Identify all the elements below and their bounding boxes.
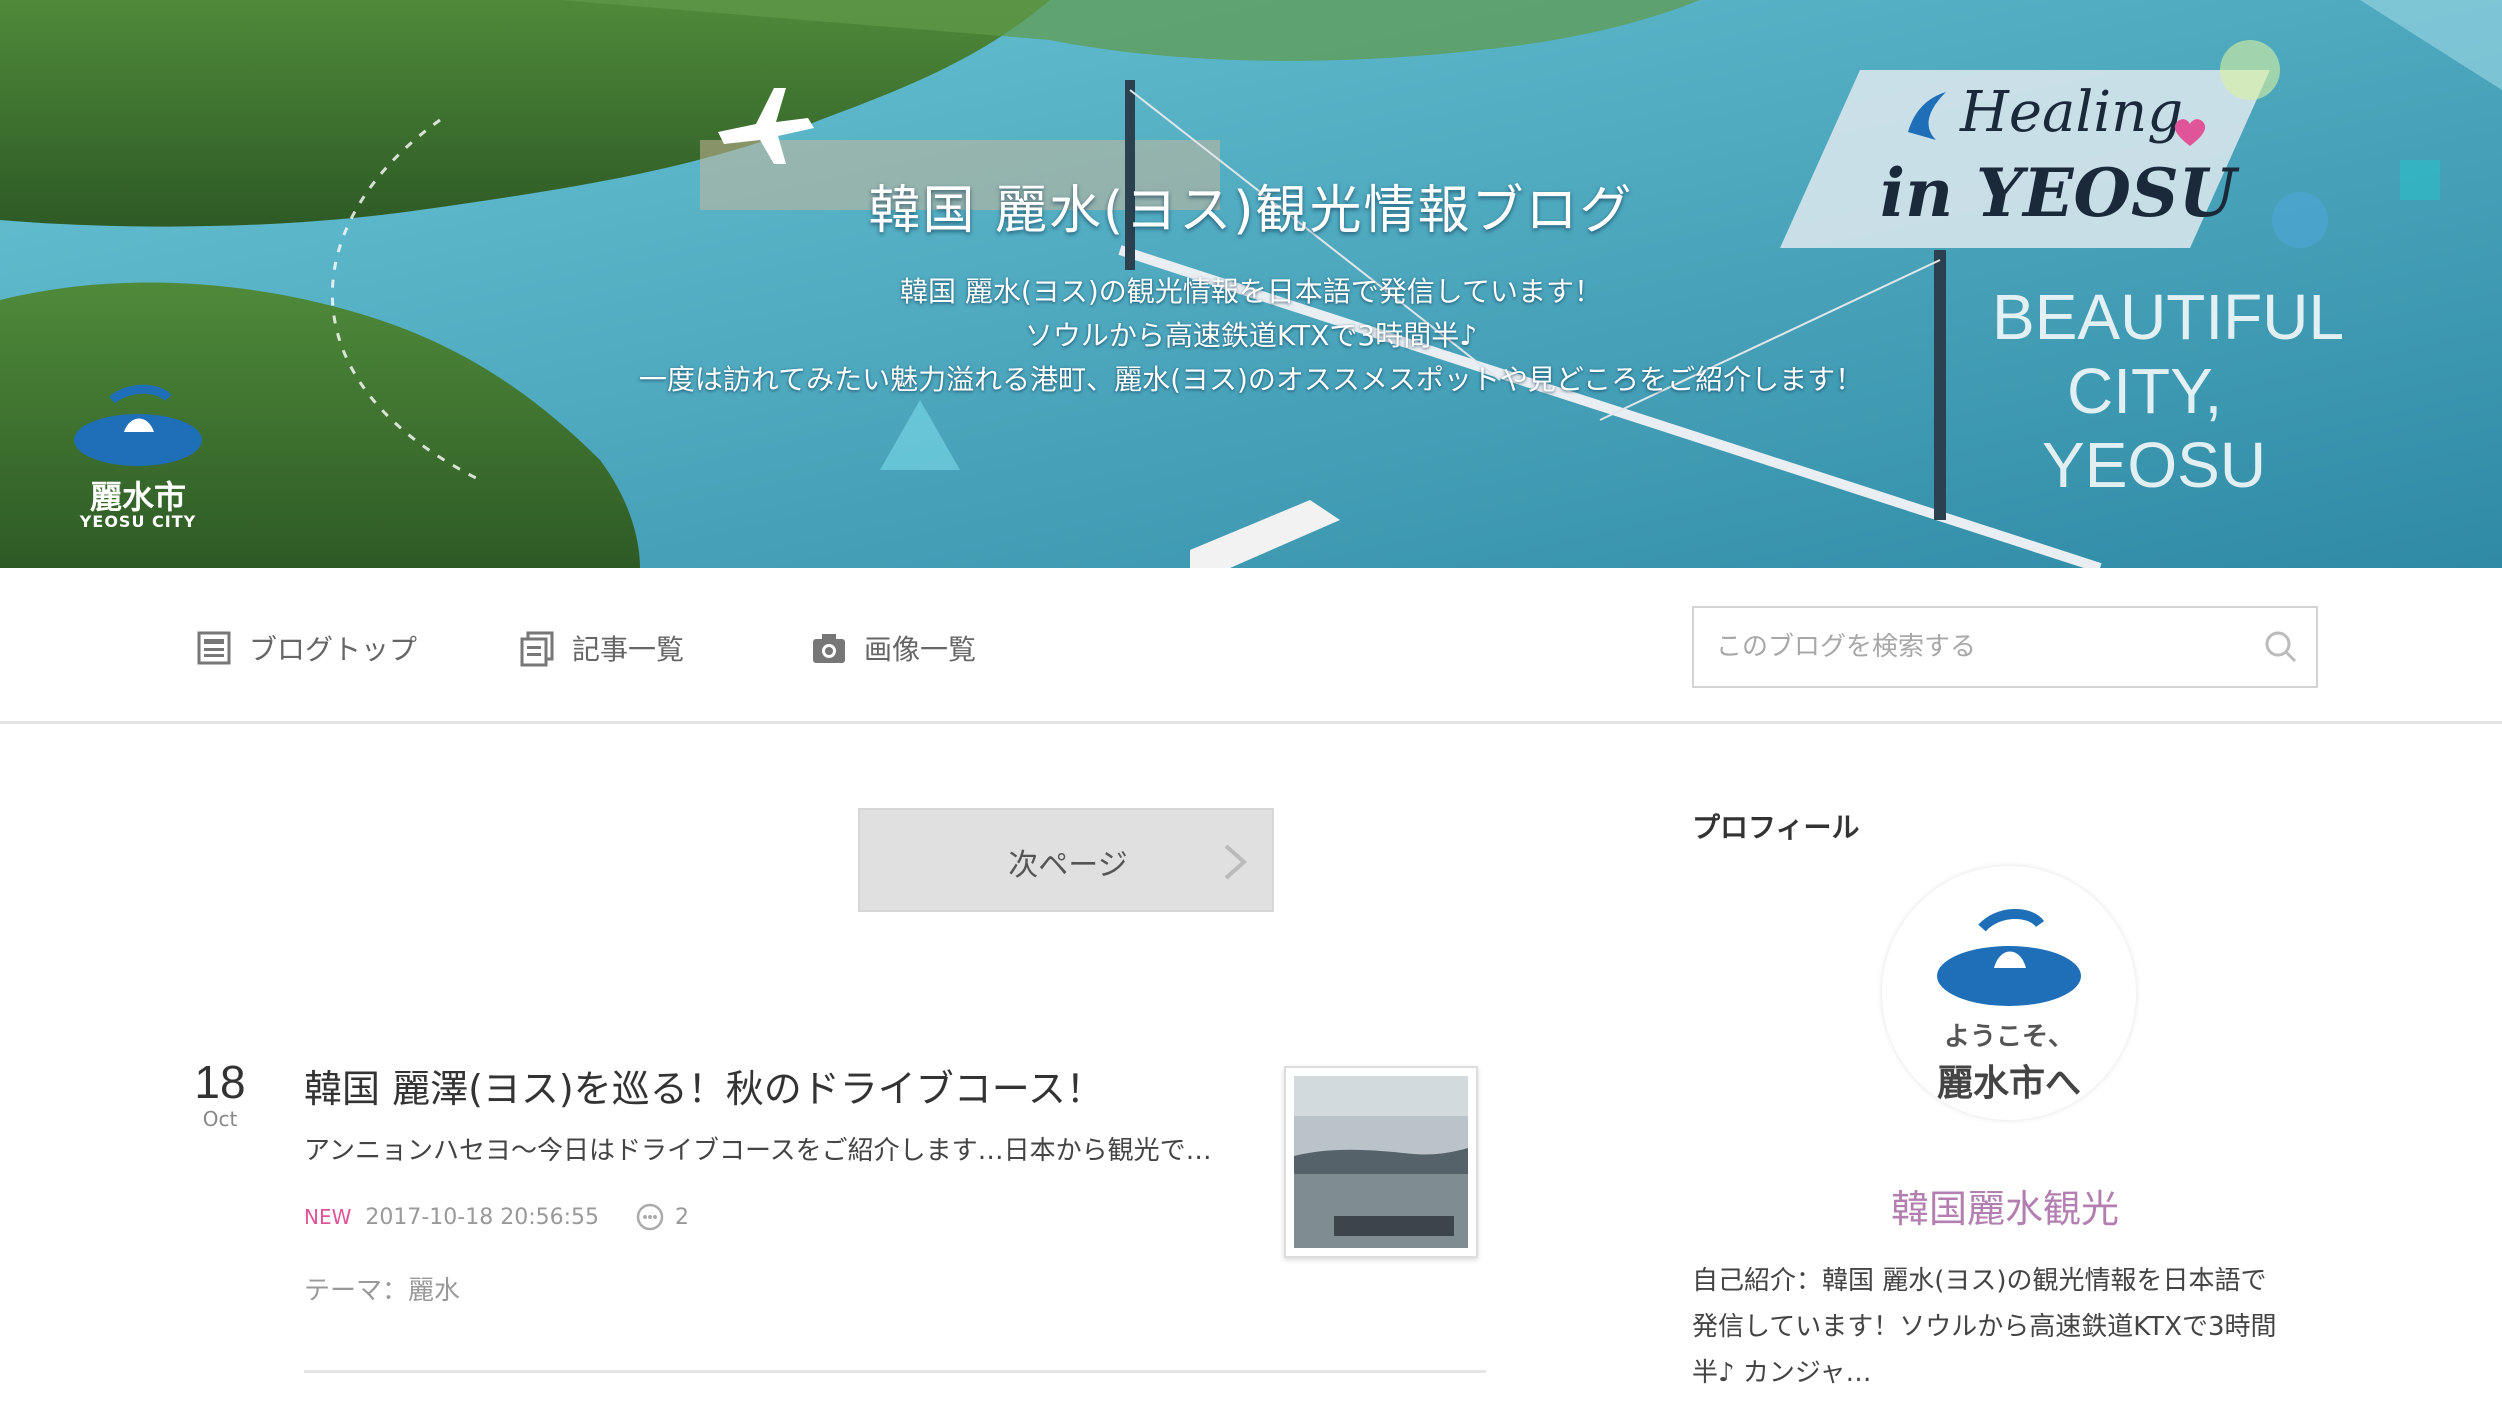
search-button[interactable] — [2246, 609, 2316, 685]
in-yeosu-text: in YEOSU — [1880, 154, 2237, 232]
post-date-month: Oct — [202, 1107, 238, 1131]
nav-image-list[interactable]: 画像一覧 — [810, 626, 976, 670]
avatar-welcome-line: ようこそ、 — [1943, 1022, 2074, 1052]
healing-in-yeosu-badge: Healing in YEOSU — [1800, 70, 2280, 246]
next-page-label: 次ページ — [1008, 848, 1128, 883]
slogan-line: YEOSU — [2042, 429, 2267, 501]
post-thumbnail-image — [1294, 1076, 1468, 1248]
profile-heading: プロフィール — [1692, 811, 1860, 844]
comment-icon — [636, 1203, 664, 1231]
profile-bio-line: 半♪ カンジャ… — [1692, 1358, 1872, 1388]
profile-name-link[interactable]: 韓国麗水観光 — [1692, 1178, 2318, 1233]
profile-bio-line: 自己紹介：韓国 麗水(ヨス)の観光情報を日本語で — [1692, 1266, 2267, 1296]
city-logo-sub: YEOSU CITY — [79, 512, 197, 531]
comment-count: 2 — [675, 1204, 690, 1230]
article-list-icon — [520, 631, 554, 667]
post-date: 18 Oct — [190, 1056, 250, 1130]
post-theme: テーマ：麗水 — [304, 1270, 460, 1307]
blog-nav-bar: ブログトップ 記事一覧 画像一覧 — [0, 572, 2502, 724]
nav-article-list[interactable]: 記事一覧 — [518, 626, 684, 670]
camera-icon — [813, 634, 845, 663]
yeosu-logo-icon — [1937, 908, 2081, 1006]
blog-search-box — [1692, 606, 2318, 688]
post-thumbnail[interactable] — [1284, 1066, 1478, 1258]
search-icon — [2265, 631, 2297, 663]
post-meta: NEW 2017-10-18 20:56:55 2 — [304, 1202, 689, 1232]
header-banner: 韓国 麗水(ヨス)観光情報ブログ 韓国 麗水(ヨス)の観光情報を日本語で発信して… — [0, 0, 2502, 568]
chevron-right-icon — [1224, 844, 1248, 880]
blog-top-icon — [197, 631, 231, 665]
airplane-icon — [718, 88, 814, 164]
heart-icon — [2174, 119, 2206, 146]
next-page-button[interactable]: 次ページ — [858, 808, 1274, 912]
post-divider — [304, 1370, 1486, 1373]
city-logo-mark-icon — [74, 384, 202, 466]
beautiful-city-slogan: BEAUTIFUL CITY, YEOSU — [1992, 280, 2472, 502]
post-excerpt: アンニョンハセヨ～今日はドライブコースをご紹介します…日本から観光で… — [304, 1136, 1212, 1166]
post-theme-label: テーマ： — [304, 1276, 409, 1306]
slogan-line: CITY, — [2067, 355, 2223, 427]
comment-link[interactable]: 2 — [635, 1202, 689, 1232]
profile-bio-line: 発信しています！ソウルから高速鉄道KTXで3時間 — [1692, 1312, 2277, 1342]
avatar-welcome-line: 麗水市へ — [1936, 1063, 2081, 1104]
nav-blog-top-label: ブログトップ — [249, 633, 418, 666]
new-badge: NEW — [304, 1205, 352, 1229]
post-datetime: 2017-10-18 20:56:55 — [365, 1204, 600, 1230]
post-theme-link[interactable]: 麗水 — [408, 1276, 460, 1306]
yeosu-city-logo: 麗水市 YEOSU CITY — [68, 380, 208, 540]
post-title-link[interactable]: 韓国 麗澤(ヨス)を巡る！秋のドライブコース！ — [304, 1058, 1104, 1113]
profile-avatar[interactable]: ようこそ、 麗水市へ — [1882, 866, 2136, 1120]
post-date-day: 18 — [194, 1056, 246, 1108]
wave-icon — [1908, 92, 1946, 140]
nav-article-list-label: 記事一覧 — [572, 633, 685, 666]
nav-blog-top[interactable]: ブログトップ — [195, 626, 417, 670]
blog-search-input[interactable] — [1694, 609, 2246, 685]
healing-text: Healing — [1960, 80, 2184, 145]
profile-bio: 自己紹介：韓国 麗水(ヨス)の観光情報を日本語で 発信しています！ソウルから高速… — [1692, 1258, 2332, 1396]
nav-image-list-label: 画像一覧 — [864, 633, 977, 666]
slogan-line: BEAUTIFUL — [1992, 281, 2345, 353]
